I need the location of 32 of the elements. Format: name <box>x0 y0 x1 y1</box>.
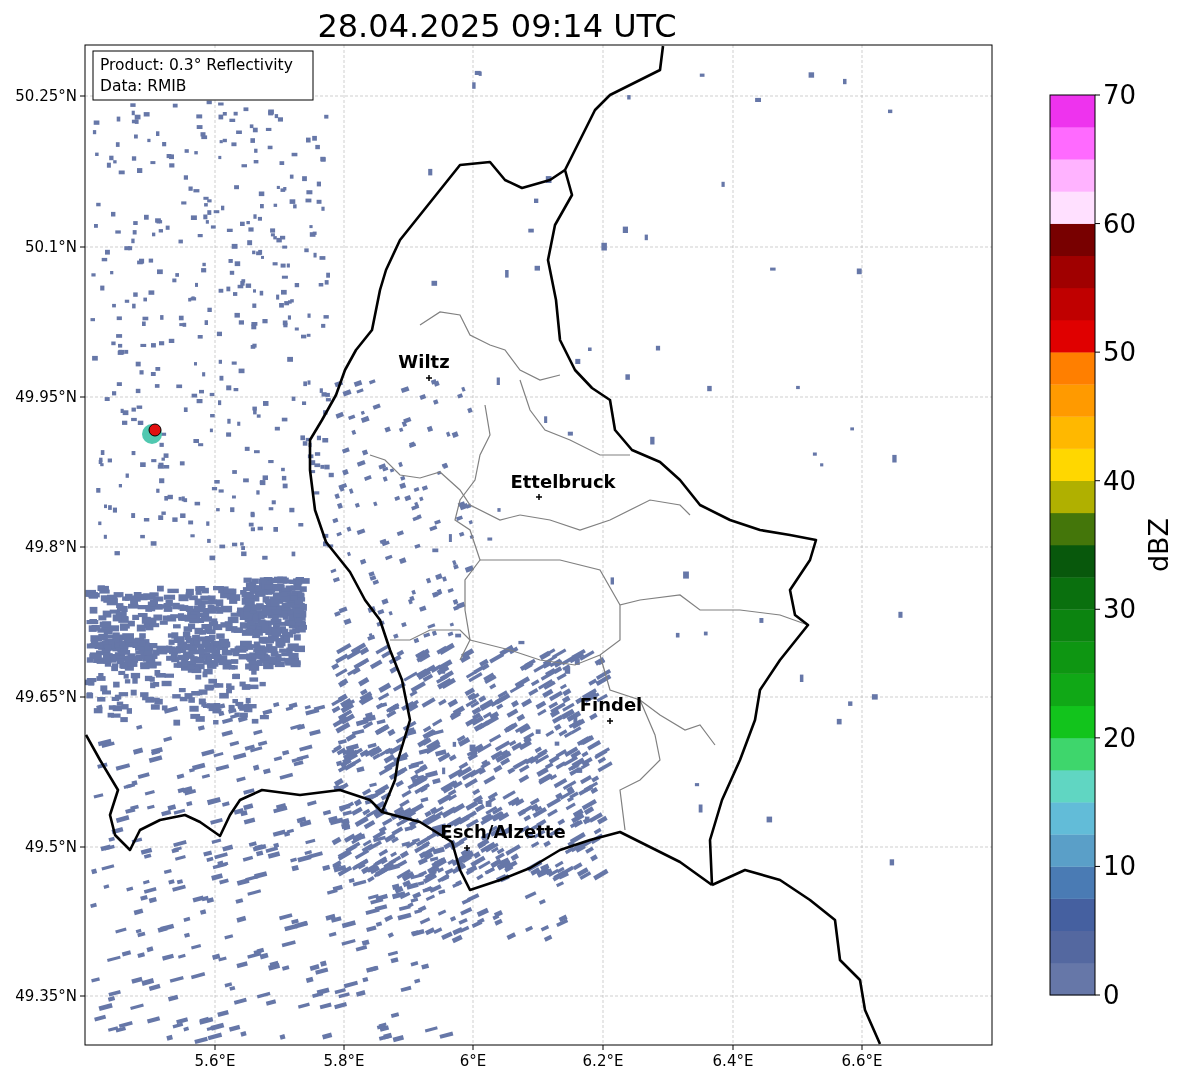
axis-tick-label: 50.1°N <box>24 238 77 256</box>
colorbar-tick-label: 30 <box>1103 594 1137 625</box>
city-marker-icon <box>463 844 471 852</box>
colorbar-tick-label: 40 <box>1103 465 1137 496</box>
colorbar-tick-label: 50 <box>1103 337 1137 368</box>
axis-tick-label: 6°E <box>459 1052 487 1070</box>
axis-tick-label: 6.4°E <box>712 1052 754 1070</box>
colorbar-tick-label: 60 <box>1103 208 1137 239</box>
city-marker-icon <box>606 717 614 725</box>
axis-tick-label: 5.6°E <box>194 1052 236 1070</box>
city-label: Findel <box>579 694 643 715</box>
axis-tick-label: 50.25°N <box>15 87 77 105</box>
axis-tick-label: 5.8°E <box>323 1052 365 1070</box>
city-label: Ettelbruck <box>510 471 616 492</box>
info-text: Data: RMIB <box>100 77 187 95</box>
colorbar-tick-label: 10 <box>1103 851 1137 882</box>
colorbar-tick-label: 0 <box>1103 980 1120 1010</box>
city-marker-icon <box>535 493 543 501</box>
city-label: Wiltz <box>398 351 450 372</box>
axis-tick-label: 49.65°N <box>15 688 77 706</box>
chart-title: 28.04.2025 09:14 UTC <box>317 7 677 45</box>
axis-tick-label: 49.35°N <box>15 987 77 1005</box>
axis-tick-label: 6.6°E <box>841 1052 883 1070</box>
colorbar-tick-label: 20 <box>1103 722 1137 753</box>
colorbar-tick-label: 70 <box>1103 80 1137 110</box>
info-text: Product: 0.3° Reflectivity <box>100 56 293 74</box>
colorbar-label: dBZ <box>1143 517 1174 573</box>
axis-tick-label: 49.95°N <box>15 388 77 406</box>
axis-tick-label: 49.5°N <box>24 838 77 856</box>
axis-tick-label: 49.8°N <box>24 538 77 556</box>
city-marker-icon <box>425 374 433 382</box>
axis-tick-label: 6.2°E <box>582 1052 624 1070</box>
